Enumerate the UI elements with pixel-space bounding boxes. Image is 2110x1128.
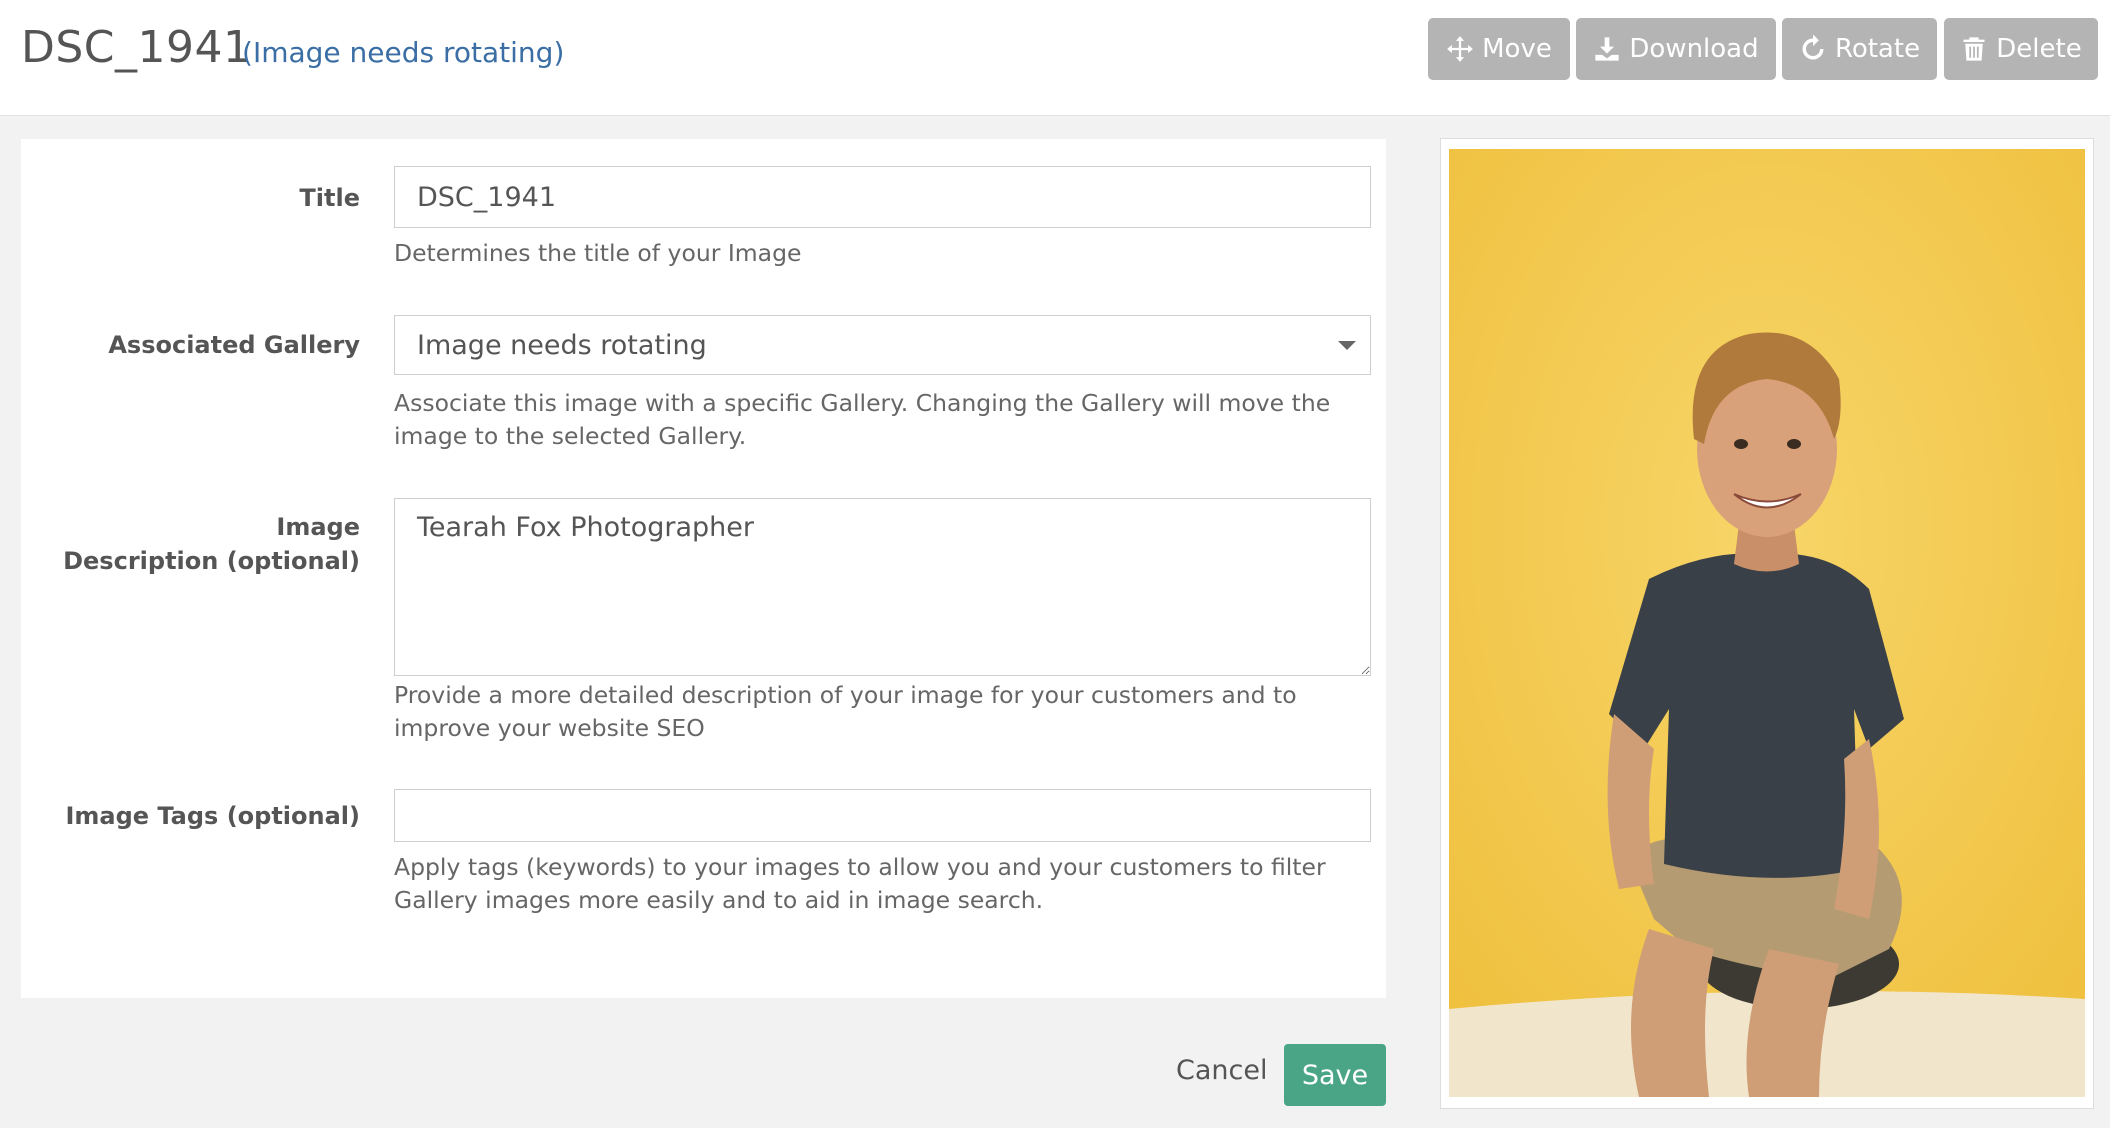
tags-help: Apply tags (keywords) to your images to …	[394, 853, 1326, 914]
page-header: DSC_1941 (Image needs rotating) Move Dow…	[0, 0, 2110, 116]
title-label: Title	[299, 184, 360, 212]
gallery-help: Associate this image with a specific Gal…	[394, 389, 1331, 450]
delete-label: Delete	[1996, 34, 2082, 64]
page-title: DSC_1941	[21, 22, 252, 73]
download-button[interactable]: Download	[1576, 18, 1776, 80]
move-label: Move	[1482, 34, 1552, 64]
gallery-selected-value: Image needs rotating	[417, 329, 707, 361]
cancel-button[interactable]: Cancel	[1176, 1055, 1267, 1086]
image-details-form: Title Determines the title of your Image…	[21, 139, 1386, 998]
image-preview	[1449, 149, 2085, 1097]
image-preview-frame	[1440, 138, 2094, 1109]
rotate-icon	[1802, 35, 1824, 60]
gallery-link[interactable]: Image needs rotating	[253, 36, 554, 69]
rotate-label: Rotate	[1834, 34, 1921, 64]
description-label-line1: Image	[276, 513, 360, 541]
tags-input[interactable]	[394, 789, 1371, 842]
title-input[interactable]	[394, 166, 1371, 228]
close-paren: )	[553, 36, 565, 69]
chevron-down-icon	[1338, 341, 1356, 350]
rotate-button[interactable]: Rotate	[1782, 18, 1937, 80]
gallery-label: Associated Gallery	[108, 331, 360, 359]
trash-icon	[1963, 37, 1985, 61]
move-button[interactable]: Move	[1428, 18, 1570, 80]
description-textarea[interactable]: Tearah Fox Photographer	[394, 498, 1371, 676]
open-paren: (	[242, 36, 253, 69]
portrait-photo	[1449, 149, 2085, 1097]
tags-label: Image Tags (optional)	[65, 802, 360, 830]
gallery-reference: (Image needs rotating)	[242, 36, 564, 69]
arrows-move-icon	[1447, 36, 1473, 62]
delete-button[interactable]: Delete	[1944, 18, 2098, 80]
description-help: Provide a more detailed description of y…	[394, 681, 1297, 742]
description-label-line2: Description (optional)	[63, 547, 360, 575]
download-icon	[1595, 37, 1620, 61]
gallery-select[interactable]: Image needs rotating	[394, 315, 1371, 375]
save-button[interactable]: Save	[1284, 1044, 1386, 1106]
title-help: Determines the title of your Image	[394, 239, 802, 267]
download-label: Download	[1629, 34, 1759, 64]
